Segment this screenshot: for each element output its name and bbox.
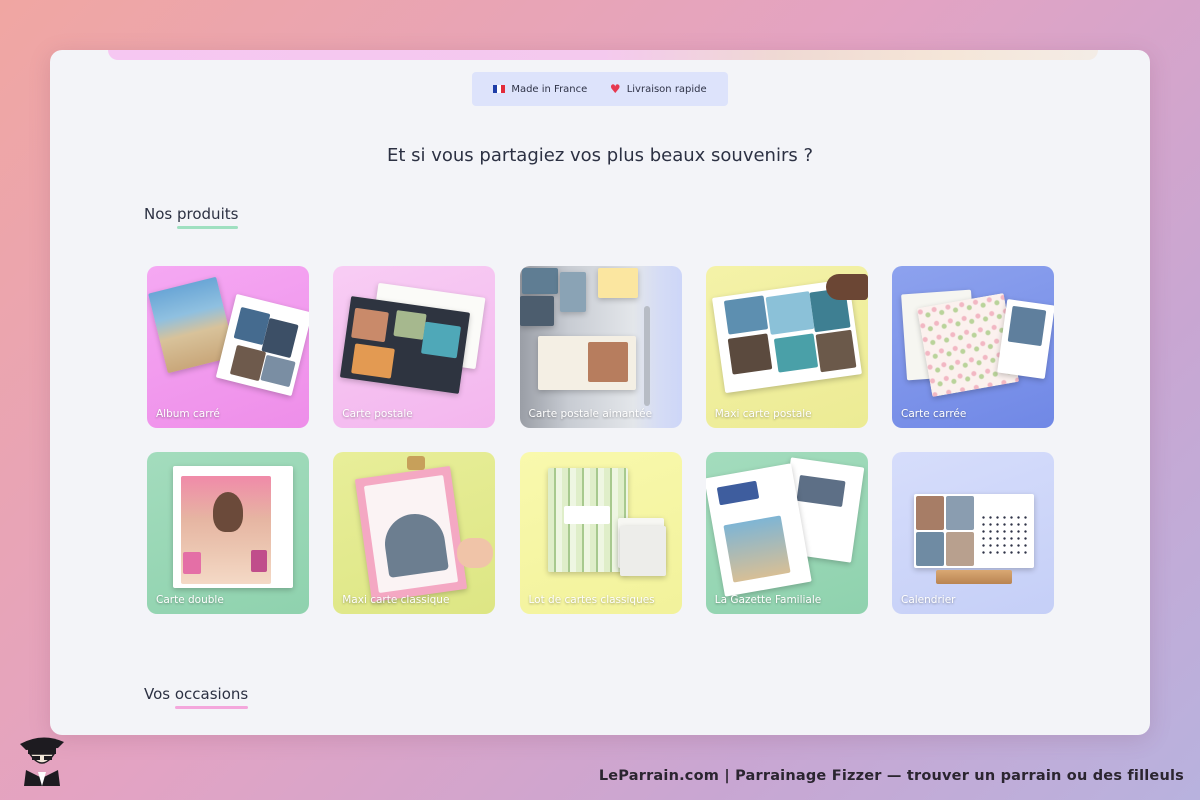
product-label: Carte postale xyxy=(342,408,413,420)
section-title-occasions: Vos occasions xyxy=(144,685,249,709)
product-image xyxy=(815,329,857,373)
product-image xyxy=(393,310,427,340)
product-tile-lot-de-cartes-classiques[interactable]: Lot de cartes classiques xyxy=(519,452,682,614)
product-label: Lot de cartes classiques xyxy=(528,594,655,606)
product-tile-carte-postale[interactable]: Carte postale xyxy=(333,266,496,428)
heart-icon: ♥ xyxy=(609,82,621,96)
section-title-produits: Nos produits xyxy=(144,205,239,229)
product-tile-carte-carree[interactable]: Carte carrée xyxy=(892,266,1054,428)
calendar-grid-graphic xyxy=(980,514,1028,558)
product-tile-carte-double[interactable]: Carte double xyxy=(147,452,309,614)
product-image xyxy=(351,307,390,343)
product-label: Carte double xyxy=(156,594,224,606)
product-tile-maxi-carte-classique[interactable]: Maxi carte classique xyxy=(333,452,496,614)
product-label: La Gazette Familiale xyxy=(714,594,822,606)
badge-livraison-rapide: ♥ Livraison rapide xyxy=(610,83,707,95)
product-tile-album-carre[interactable]: Album carré xyxy=(147,266,309,428)
fridge-handle xyxy=(643,306,650,406)
product-image xyxy=(946,496,974,530)
product-image xyxy=(587,342,628,382)
trust-badges-bar: Made in France ♥ Livraison rapide xyxy=(472,72,728,106)
product-image xyxy=(559,272,586,312)
section-highlight: occasions xyxy=(174,685,249,709)
product-image xyxy=(723,515,791,583)
badge-label: Livraison rapide xyxy=(626,83,707,95)
product-label: Calendrier xyxy=(901,594,956,606)
hand-graphic xyxy=(825,274,868,300)
products-grid: Album carré Carte postale Carte postale … xyxy=(147,266,1054,614)
product-image xyxy=(251,550,267,572)
hand-graphic xyxy=(457,538,494,568)
product-image xyxy=(519,296,554,326)
section-prefix: Nos xyxy=(144,205,173,223)
product-tile-carte-postale-aimantee[interactable]: Carte postale aimantée xyxy=(519,266,682,428)
product-image xyxy=(597,268,638,298)
page-card: Made in France ♥ Livraison rapide Et si … xyxy=(50,50,1150,735)
product-label: Maxi carte classique xyxy=(342,594,450,606)
product-image xyxy=(521,268,558,294)
hero-banner-bottom-edge xyxy=(108,50,1098,60)
product-image xyxy=(723,295,768,335)
product-image xyxy=(421,321,462,359)
product-image xyxy=(727,333,773,375)
product-label: Album carré xyxy=(156,408,220,420)
badge-label: Made in France xyxy=(511,83,588,95)
product-image xyxy=(351,343,396,379)
product-label: Carte postale aimantée xyxy=(528,408,653,420)
product-label: Maxi carte postale xyxy=(714,408,812,420)
product-image xyxy=(916,496,944,530)
badge-made-in-france: Made in France xyxy=(493,84,587,95)
product-image xyxy=(619,526,666,576)
product-image xyxy=(773,333,818,373)
wooden-stand-graphic xyxy=(936,570,1012,584)
page-headline: Et si vous partagiez vos plus beaux souv… xyxy=(386,145,814,166)
product-image xyxy=(1007,305,1047,347)
product-tile-la-gazette-familiale[interactable]: La Gazette Familiale xyxy=(705,452,868,614)
product-image xyxy=(916,532,944,566)
product-image xyxy=(946,532,974,566)
product-label: Carte carrée xyxy=(901,408,967,420)
product-tile-calendrier[interactable]: Calendrier xyxy=(892,452,1054,614)
product-image xyxy=(765,291,815,335)
product-tile-maxi-carte-postale[interactable]: Maxi carte postale xyxy=(705,266,868,428)
clip-graphic xyxy=(407,456,426,470)
footer-credit: LeParrain.com | Parrainage Fizzer — trou… xyxy=(598,768,1184,784)
product-image xyxy=(213,492,243,532)
product-image xyxy=(563,506,610,524)
section-highlight: produits xyxy=(177,205,239,229)
section-prefix: Vos xyxy=(144,685,171,703)
product-image xyxy=(183,552,201,574)
france-flag-icon xyxy=(493,85,506,93)
mascot-logo-icon xyxy=(20,737,64,786)
